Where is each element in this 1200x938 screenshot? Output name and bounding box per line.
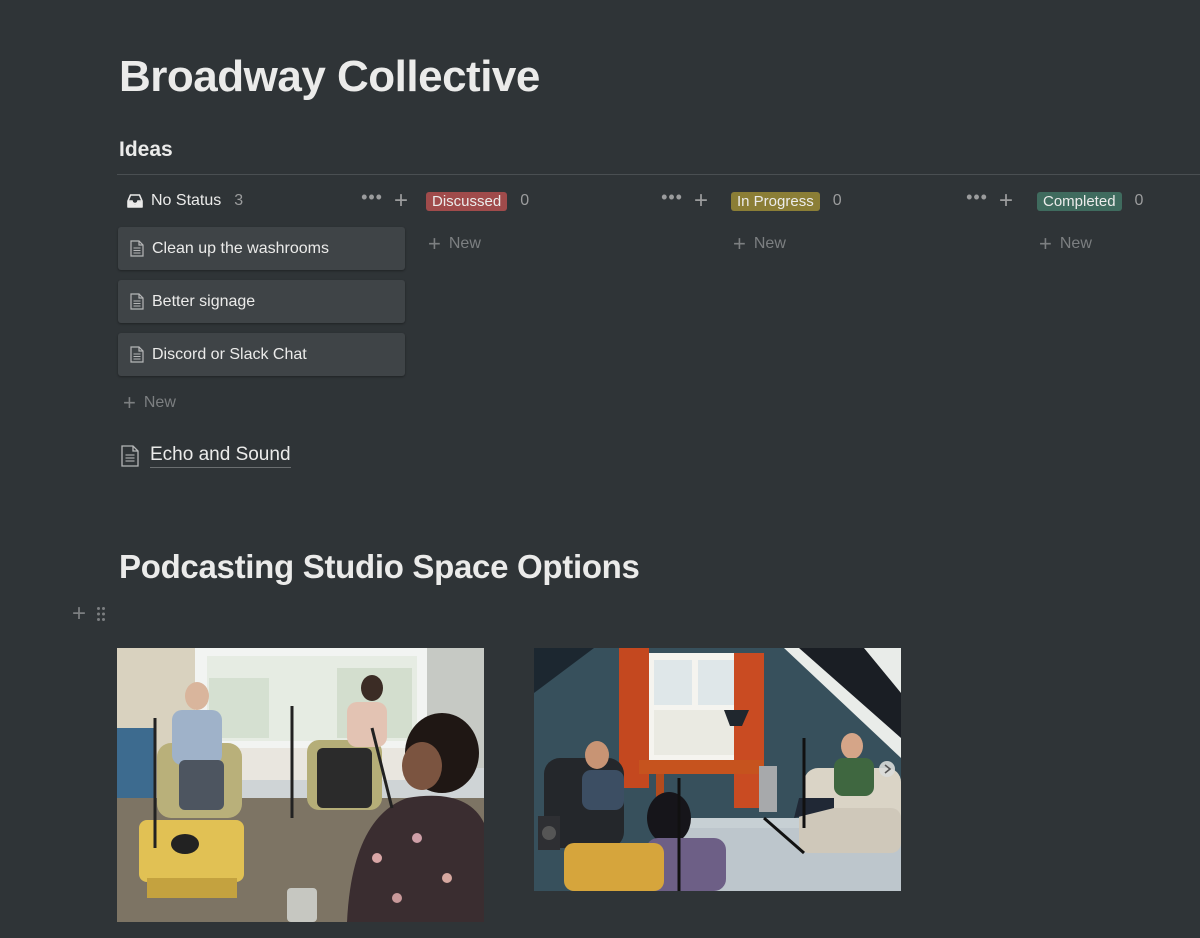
column-count: 0 <box>832 192 842 209</box>
page-title[interactable]: Broadway Collective <box>119 52 540 102</box>
new-card-button[interactable]: + New <box>428 233 481 255</box>
new-card-button[interactable]: + New <box>1039 233 1092 255</box>
column-header[interactable]: In Progress 0 ••• + <box>731 186 1021 216</box>
board-card[interactable]: Discord or Slack Chat <box>118 333 405 376</box>
column-name: No Status <box>151 192 222 209</box>
page-link-echo-and-sound[interactable]: Echo and Sound <box>121 444 291 468</box>
column-actions: ••• + <box>661 188 708 213</box>
board-card[interactable]: Clean up the washrooms <box>118 227 405 270</box>
board-column-completed: Completed 0 + New <box>1037 186 1200 255</box>
new-label: New <box>448 235 481 252</box>
studio-photo-1[interactable] <box>117 648 484 922</box>
new-label: New <box>753 235 786 252</box>
card-title: Better signage <box>152 292 256 310</box>
column-header[interactable]: Completed 0 <box>1037 186 1200 216</box>
status-tag: Discussed <box>426 191 508 211</box>
new-card-button[interactable]: + New <box>123 392 176 414</box>
status-tag: Completed <box>1037 191 1122 211</box>
card-title: Clean up the washrooms <box>152 239 329 257</box>
plus-icon[interactable]: + <box>694 189 708 213</box>
studio-photo-2[interactable] <box>534 648 901 891</box>
block-controls: + <box>72 602 106 626</box>
studio-photo-1-image <box>117 648 484 922</box>
plus-icon: + <box>123 390 136 415</box>
column-actions: ••• + <box>966 188 1013 213</box>
new-label: New <box>1059 235 1092 252</box>
column-header[interactable]: No Status 3 ••• + <box>118 186 408 216</box>
database-divider <box>117 174 1200 175</box>
page-link-label: Echo and Sound <box>150 444 291 468</box>
new-label: New <box>143 394 176 411</box>
plus-icon[interactable]: + <box>72 602 86 626</box>
card-title: Discord or Slack Chat <box>152 345 307 363</box>
plus-icon: + <box>733 231 746 256</box>
column-count: 0 <box>1134 192 1144 209</box>
document-icon <box>130 346 144 363</box>
more-horizontal-icon[interactable]: ••• <box>966 188 988 206</box>
column-count: 3 <box>234 192 244 209</box>
more-horizontal-icon[interactable]: ••• <box>361 188 383 206</box>
plus-icon[interactable]: + <box>999 189 1013 213</box>
document-icon <box>130 293 144 310</box>
column-count: 0 <box>520 192 530 209</box>
section-heading[interactable]: Podcasting Studio Space Options <box>119 548 640 586</box>
plus-icon: + <box>428 231 441 256</box>
plus-icon[interactable]: + <box>394 189 408 213</box>
notion-page: Broadway Collective Ideas No Status 3 ••… <box>0 0 1200 938</box>
plus-icon: + <box>1039 231 1052 256</box>
studio-photo-2-image <box>534 648 901 891</box>
board-column-in-progress: In Progress 0 ••• + + New <box>731 186 1021 255</box>
drag-handle-icon[interactable] <box>96 606 106 622</box>
inbox-icon <box>127 194 143 208</box>
board-column-no-status: No Status 3 ••• + Clean up the washrooms <box>118 186 408 414</box>
column-header[interactable]: Discussed 0 ••• + <box>426 186 716 216</box>
document-icon <box>121 445 139 467</box>
status-tag: In Progress <box>731 191 820 211</box>
database-title[interactable]: Ideas <box>119 138 173 162</box>
column-actions: ••• + <box>361 188 408 213</box>
board-column-discussed: Discussed 0 ••• + + New <box>426 186 716 255</box>
more-horizontal-icon[interactable]: ••• <box>661 188 683 206</box>
document-icon <box>130 240 144 257</box>
new-card-button[interactable]: + New <box>733 233 786 255</box>
board-card[interactable]: Better signage <box>118 280 405 323</box>
